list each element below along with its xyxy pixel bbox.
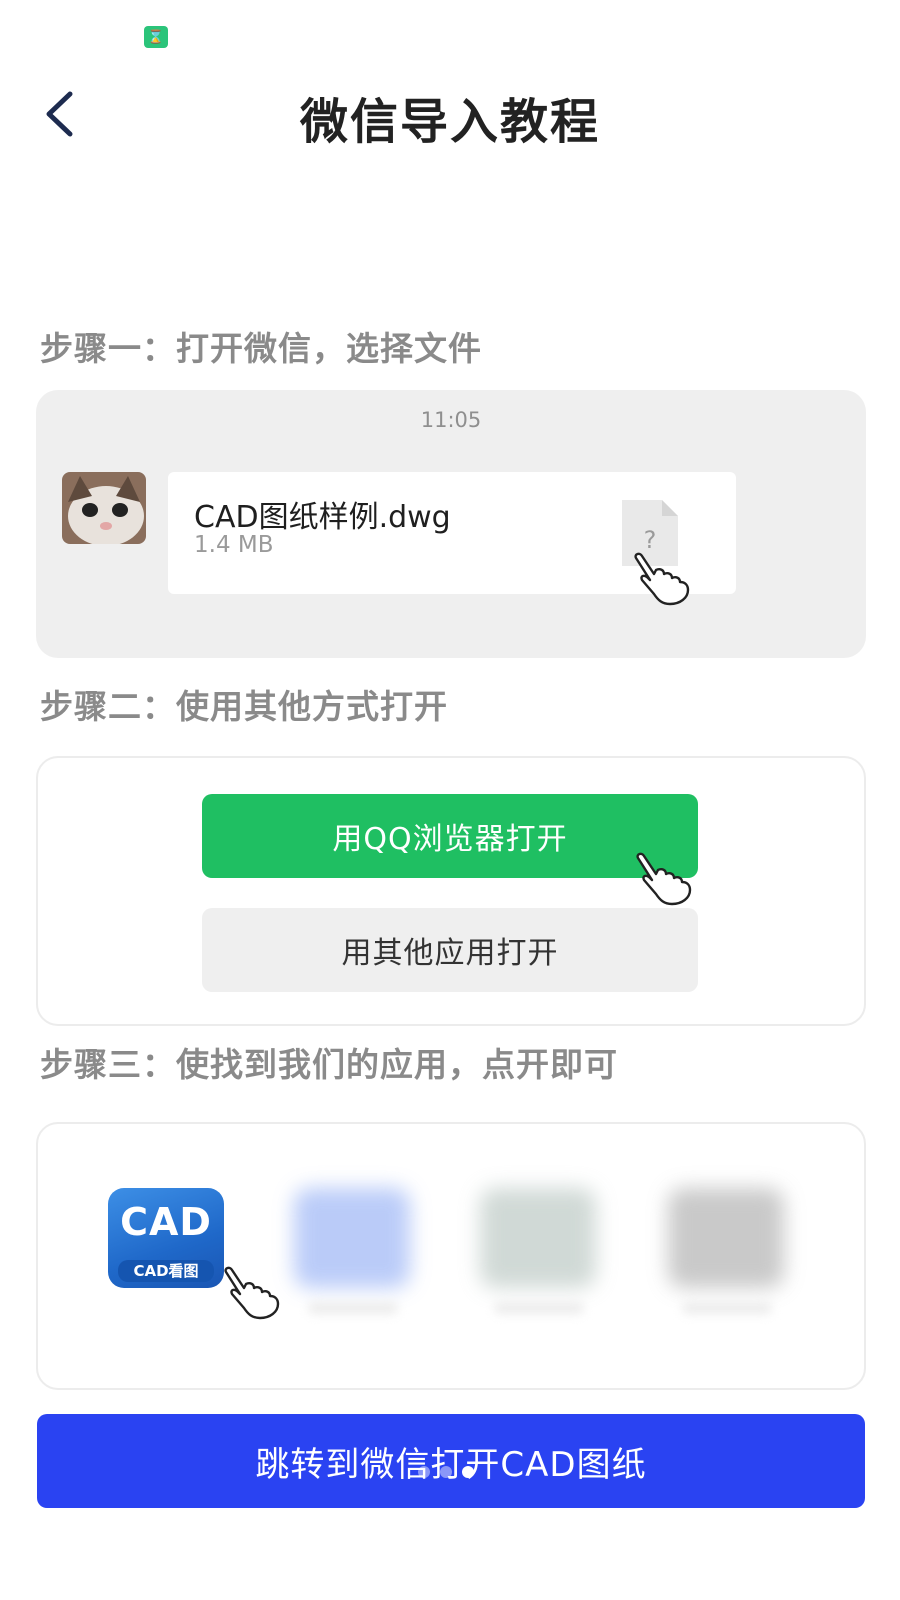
pointing-hand-icon <box>636 852 692 906</box>
chat-timestamp: 11:05 <box>420 408 482 432</box>
file-size: 1.4 MB <box>194 532 274 558</box>
blurred-app-icon <box>668 1188 784 1288</box>
pointing-hand-icon <box>224 1266 280 1320</box>
open-with-qq-browser-button[interactable]: 用QQ浏览器打开 <box>202 794 698 878</box>
blurred-app-icon <box>480 1188 596 1288</box>
blurred-app-label <box>682 1302 772 1314</box>
file-name: CAD图纸样例.dwg <box>194 500 451 535</box>
blurred-app-label <box>308 1302 398 1314</box>
carousel-dot[interactable] <box>440 1466 452 1478</box>
carousel-indicator <box>418 1466 474 1478</box>
avatar <box>62 472 146 544</box>
step2-card: 用QQ浏览器打开 用其他应用打开 <box>36 756 866 1026</box>
page-title: 微信导入教程 <box>299 94 600 150</box>
step3-card: CAD CAD看图 <box>36 1122 866 1390</box>
blurred-app-label <box>494 1302 584 1314</box>
step1-card: 11:05 CAD图纸样例.dwg 1.4 MB ? <box>36 390 866 658</box>
step1-heading: 步骤一：打开微信，选择文件 <box>40 329 482 368</box>
carousel-dot[interactable] <box>418 1466 430 1478</box>
pointing-hand-icon <box>634 552 690 606</box>
blurred-app-icon <box>294 1188 410 1288</box>
carousel-dot-active[interactable] <box>462 1466 474 1478</box>
open-with-other-app-button[interactable]: 用其他应用打开 <box>202 908 698 992</box>
hourglass-icon: ⌛ <box>144 26 168 48</box>
step2-heading: 步骤二：使用其他方式打开 <box>40 687 448 726</box>
step3-heading: 步骤三：使找到我们的应用，点开即可 <box>40 1045 618 1084</box>
cad-viewer-app-icon[interactable]: CAD CAD看图 <box>108 1188 224 1288</box>
jump-to-wechat-button[interactable]: 跳转到微信打开CAD图纸 <box>37 1414 865 1508</box>
app-logo-text: CAD <box>120 1200 212 1244</box>
app-logo-subtext: CAD看图 <box>118 1260 214 1282</box>
